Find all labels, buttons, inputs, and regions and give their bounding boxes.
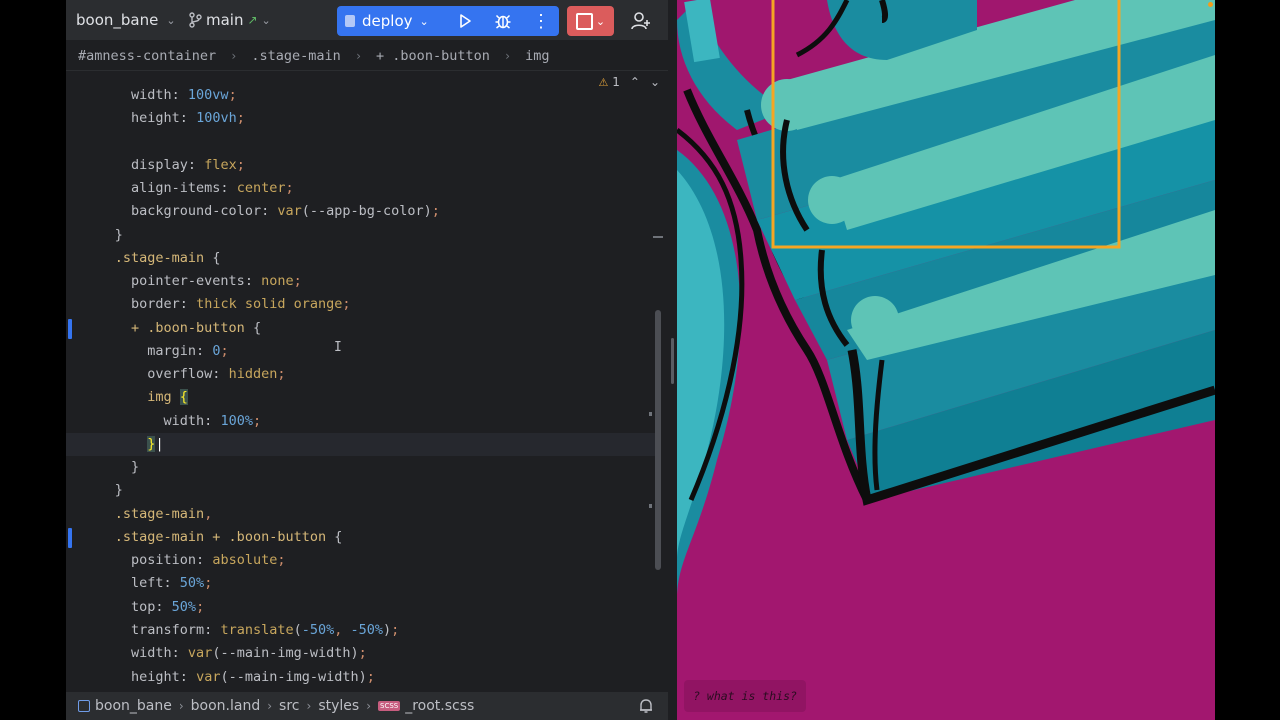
- bug-icon: [495, 14, 511, 29]
- breadcrumb-item[interactable]: + .boon-button: [376, 48, 490, 64]
- browser-preview: [677, 0, 1215, 720]
- branch-selector[interactable]: main ↗ ⌄: [188, 11, 271, 29]
- chevron-down-icon: ⌄: [166, 13, 176, 27]
- branch-name: main: [206, 11, 244, 29]
- code-line: width: var(--main-img-width);: [98, 645, 367, 661]
- chevron-down-icon: ⌄: [419, 14, 429, 28]
- code-editor[interactable]: width: 100vw; height: 100vh; display: fl…: [66, 70, 668, 692]
- npm-config-icon: [345, 15, 355, 27]
- letterbox-right: [1215, 0, 1280, 720]
- breadcrumb: #amness-container › .stage-main › + .boo…: [66, 41, 680, 71]
- code-line: border: thick solid orange;: [98, 296, 351, 312]
- artwork-image: [677, 0, 1215, 720]
- chevron-down-icon: ⌄: [261, 13, 271, 27]
- run-widget: deploy ⌄ ⋮: [337, 6, 559, 36]
- code-line: width: 100%;: [98, 413, 262, 429]
- run-button[interactable]: [454, 10, 476, 32]
- code-line: }: [98, 482, 123, 498]
- chevron-right-icon: ›: [267, 699, 273, 713]
- run-config-selector[interactable]: deploy ⌄: [345, 12, 429, 30]
- scss-file-icon: SCSS: [378, 701, 401, 711]
- scroll-marker: [649, 412, 652, 416]
- code-line: height: var(--main-img-width);: [98, 669, 375, 685]
- status-dot: [1208, 2, 1213, 7]
- code-line: .stage-main {: [98, 250, 221, 266]
- status-path-item[interactable]: src: [279, 698, 299, 714]
- git-branch-icon: [189, 12, 202, 28]
- letterbox-left: [0, 0, 66, 720]
- breadcrumb-item[interactable]: .stage-main: [251, 48, 340, 64]
- play-icon: [460, 14, 471, 28]
- help-button[interactable]: ? what is this?: [684, 680, 806, 712]
- ide-window: boon_bane ⌄ main ↗ ⌄ deploy ⌄ ⋮ ⌄ #amnes…: [66, 0, 680, 720]
- scroll-marker: [649, 504, 652, 508]
- chevron-right-icon: ›: [230, 48, 238, 63]
- status-bar-breadcrumb: boon_bane › boon.land › src › styles › S…: [66, 692, 680, 720]
- chevron-down-icon: ⌄: [595, 15, 606, 28]
- status-path-item[interactable]: styles: [318, 698, 359, 714]
- breadcrumb-item[interactable]: img: [525, 48, 549, 64]
- code-line: height: 100vh;: [98, 110, 245, 126]
- code-line: transform: translate(-50%, -50%);: [98, 622, 400, 638]
- status-path-item[interactable]: _root.scss: [405, 698, 474, 714]
- vertical-scrollbar[interactable]: [655, 310, 661, 570]
- run-config-name: deploy: [362, 12, 413, 30]
- code-line: top: 50%;: [98, 599, 205, 615]
- code-line-current: }|: [66, 433, 656, 456]
- code-line: overflow: hidden;: [98, 366, 286, 382]
- chevron-right-icon: ›: [306, 699, 312, 713]
- debug-button[interactable]: [492, 10, 514, 32]
- code-line: }: [98, 459, 140, 475]
- chevron-right-icon: ›: [178, 699, 184, 713]
- status-path-item[interactable]: boon_bane: [95, 698, 172, 714]
- stop-button[interactable]: ⌄: [567, 6, 614, 36]
- code-line: left: 50%;: [98, 575, 213, 591]
- chevron-right-icon: ›: [366, 699, 371, 713]
- code-line: .stage-main,: [98, 506, 213, 522]
- module-icon: [78, 700, 90, 712]
- divider-handle[interactable]: [671, 338, 674, 384]
- project-name: boon_bane: [76, 11, 159, 29]
- chevron-right-icon: ›: [503, 48, 512, 63]
- code-line: background-color: var(--app-bg-color);: [98, 203, 440, 219]
- breadcrumb-item[interactable]: #amness-container: [78, 48, 216, 64]
- notifications-bell-icon[interactable]: [638, 698, 654, 714]
- code-line: pointer-events: none;: [98, 273, 302, 289]
- code-line: display: flex;: [98, 157, 245, 173]
- code-line: width: 100vw;: [98, 87, 237, 103]
- more-actions-button[interactable]: ⋮: [530, 10, 552, 32]
- status-path-item[interactable]: boon.land: [191, 698, 261, 714]
- code-line: margin: 0;: [98, 343, 229, 359]
- code-line: img {: [98, 389, 188, 405]
- scroll-marker: [653, 236, 663, 238]
- code-line: }: [98, 227, 123, 243]
- code-line: position: absolute;: [98, 552, 286, 568]
- outgoing-arrow-icon: ↗: [247, 13, 258, 27]
- chevron-right-icon: ›: [354, 48, 363, 63]
- code-line: .stage-main + .boon-button {: [98, 529, 343, 545]
- code-line: align-items: center;: [98, 180, 294, 196]
- stop-icon: [575, 12, 593, 30]
- main-toolbar: boon_bane ⌄ main ↗ ⌄ deploy ⌄ ⋮ ⌄: [66, 0, 668, 41]
- help-text: ? what is this?: [693, 689, 797, 703]
- code-line: + .boon-button {: [98, 320, 262, 336]
- add-user-icon[interactable]: [630, 10, 652, 32]
- kebab-menu-icon: ⋮: [532, 11, 550, 31]
- text-cursor-icon: I: [334, 340, 342, 355]
- project-selector[interactable]: boon_bane ⌄: [76, 11, 176, 29]
